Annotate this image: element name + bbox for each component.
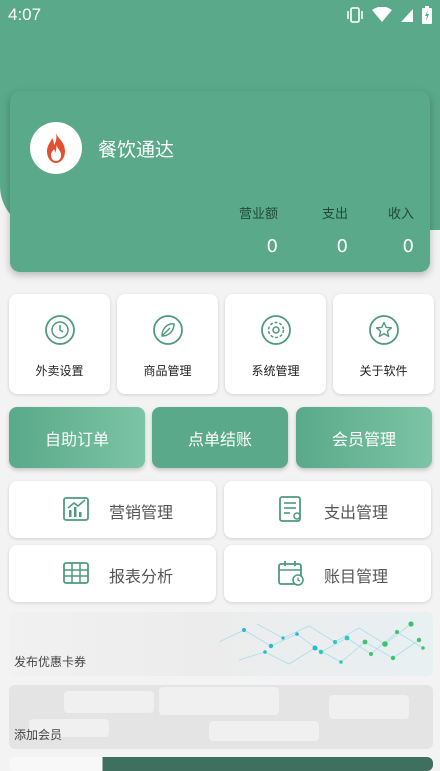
status-time: 4:07 <box>8 5 42 24</box>
stat-income: 收入 0 <box>354 203 414 257</box>
battery-icon <box>422 6 432 24</box>
flame-icon <box>47 133 65 163</box>
stat-expense: 支出 0 <box>288 203 348 257</box>
chart-icon <box>63 497 89 521</box>
quick-takeout-settings-label: 外卖设置 <box>35 364 84 378</box>
member-management-button[interactable]: 会员管理 <box>296 407 432 468</box>
marketing-management-label: 营销管理 <box>109 503 174 522</box>
order-checkout-button[interactable]: 点单结账 <box>152 407 288 468</box>
expense-management-label: 支出管理 <box>324 503 389 522</box>
add-member-banner-label: 添加会员 <box>14 728 63 742</box>
account-management-label: 账目管理 <box>324 567 389 586</box>
promo-banner[interactable] <box>9 757 433 771</box>
report-analysis-label: 报表分析 <box>109 567 174 586</box>
quick-system-management-label: 系统管理 <box>251 364 300 378</box>
coupon-banner-label: 发布优惠卡券 <box>14 655 87 669</box>
coupon-banner[interactable]: 发布优惠卡券 <box>9 612 433 676</box>
account-management-button[interactable]: 账目管理 <box>224 545 431 602</box>
expense-management-button[interactable]: 支出管理 <box>224 481 431 538</box>
marketing-management-button[interactable]: 营销管理 <box>9 481 216 538</box>
quick-takeout-settings[interactable]: 外卖设置 <box>9 294 110 394</box>
stat-revenue-label: 营业额 <box>238 207 278 222</box>
stat-income-label: 收入 <box>387 207 414 222</box>
app-logo <box>30 122 82 174</box>
status-bar: 4:07 <box>0 0 440 30</box>
self-order-button[interactable]: 自助订单 <box>9 407 145 468</box>
clock-icon <box>45 315 75 345</box>
quick-about-software[interactable]: 关于软件 <box>333 294 434 394</box>
quick-system-management[interactable]: 系统管理 <box>225 294 326 394</box>
gear-icon <box>261 315 291 345</box>
quick-product-management[interactable]: 商品管理 <box>117 294 218 394</box>
star-icon <box>369 315 399 345</box>
add-member-banner[interactable]: 添加会员 <box>9 685 433 749</box>
quick-about-software-label: 关于软件 <box>359 364 408 378</box>
summary-card: 餐饮通达 营业额 0 支出 0 收入 0 <box>10 91 430 272</box>
table-icon <box>63 562 89 584</box>
leaf-icon <box>153 315 183 345</box>
stat-income-value: 0 <box>402 236 414 257</box>
calendar-icon <box>278 561 304 586</box>
vibrate-icon <box>347 7 363 23</box>
document-icon <box>279 496 301 522</box>
quick-product-management-label: 商品管理 <box>143 364 192 378</box>
stat-revenue: 营业额 0 <box>218 203 278 257</box>
stat-expense-label: 支出 <box>321 207 348 222</box>
signal-icon <box>401 9 413 22</box>
stat-revenue-value: 0 <box>266 236 278 257</box>
wifi-icon <box>372 7 392 22</box>
report-analysis-button[interactable]: 报表分析 <box>9 545 216 602</box>
app-name: 餐饮通达 <box>98 140 175 161</box>
stat-expense-value: 0 <box>336 236 348 257</box>
